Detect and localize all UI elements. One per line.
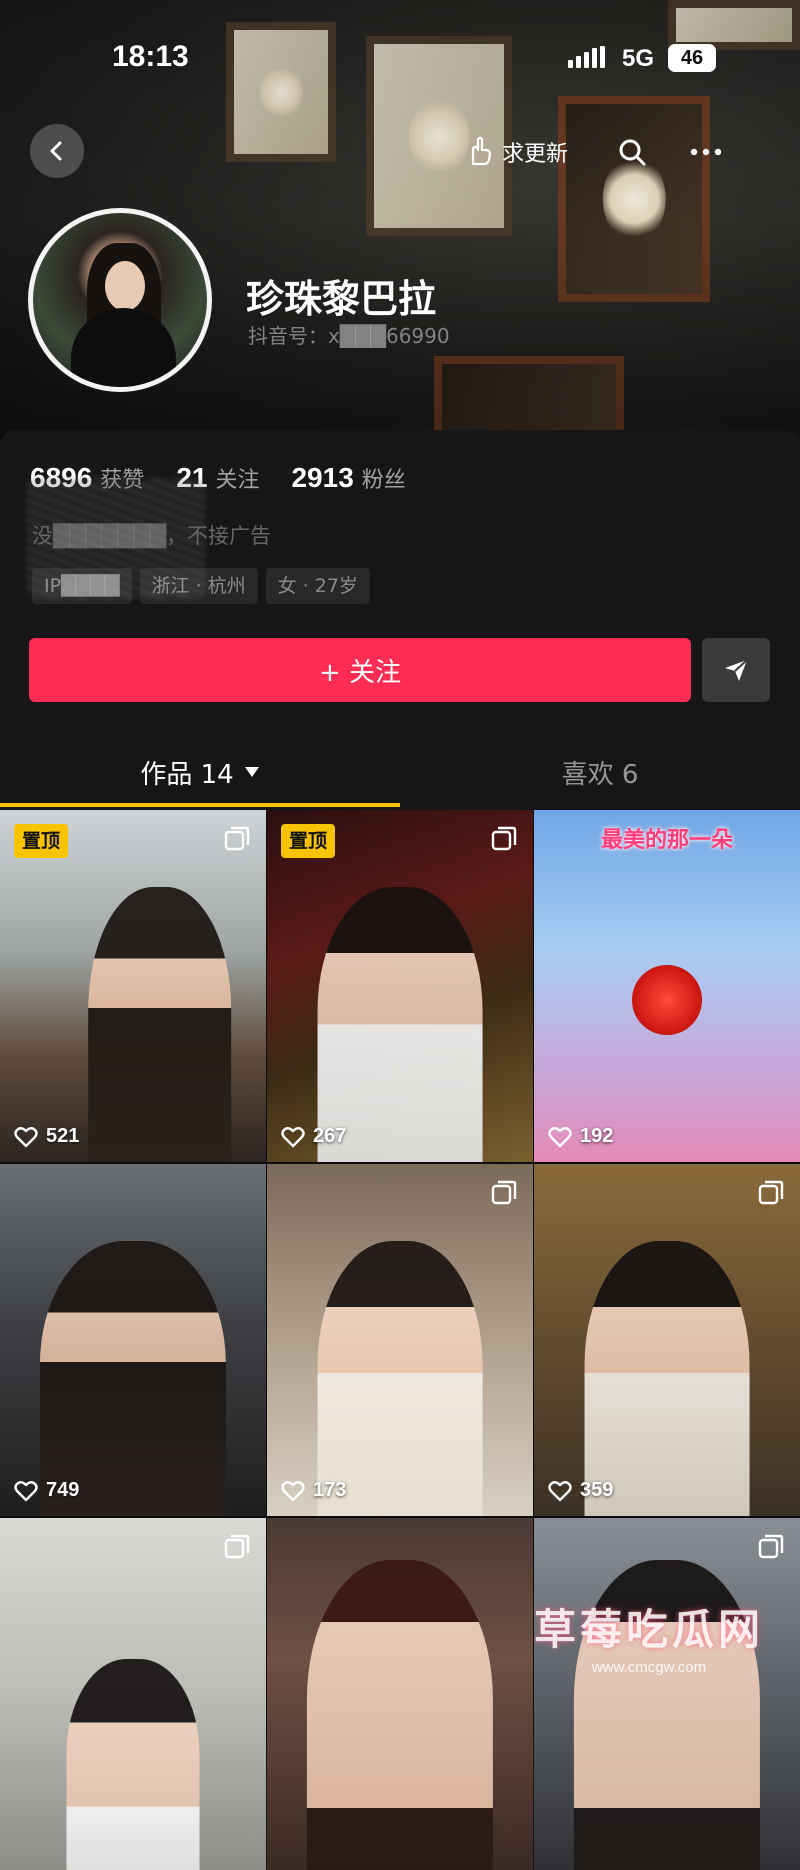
heart-icon bbox=[548, 1126, 572, 1147]
watermark-title: 草莓吃瓜网 bbox=[533, 1605, 764, 1654]
share-button[interactable] bbox=[702, 638, 770, 702]
stat-label: 关注 bbox=[215, 468, 260, 493]
profile-nickname: 珍珠黎巴拉 bbox=[246, 277, 437, 321]
multi-photo-icon bbox=[491, 1180, 517, 1205]
like-count-value: 173 bbox=[313, 1479, 347, 1501]
tag-gender-age: 女 · 27岁 bbox=[265, 568, 370, 604]
tab-likes[interactable]: 喜欢 6 bbox=[400, 740, 800, 804]
search-button[interactable] bbox=[610, 130, 654, 174]
video-thumbnail[interactable]: 置顶 267 bbox=[267, 810, 533, 1162]
site-watermark: 草莓吃瓜网 www.cmcgw.com bbox=[514, 1596, 784, 1696]
back-button[interactable] bbox=[30, 124, 84, 178]
network-type: 5G bbox=[622, 45, 655, 72]
pinned-badge: 置顶 bbox=[14, 824, 69, 858]
top-actions: 求更新 bbox=[462, 130, 728, 174]
hand-point-icon bbox=[471, 136, 492, 166]
more-button[interactable] bbox=[684, 130, 728, 174]
heart-icon bbox=[14, 1126, 38, 1147]
like-count-value: 267 bbox=[313, 1125, 347, 1147]
thumbnail-title: 最美的那一朵 bbox=[600, 828, 733, 853]
heart-icon bbox=[281, 1480, 305, 1501]
video-thumbnail[interactable] bbox=[0, 1518, 266, 1870]
like-count: 267 bbox=[281, 1125, 346, 1148]
like-count: 521 bbox=[14, 1125, 79, 1148]
profile-tags: IP████ 浙江 · 杭州 女 · 27岁 bbox=[32, 568, 378, 604]
status-bar: 18:13 5G 46 bbox=[0, 0, 800, 110]
signal-icon bbox=[568, 46, 608, 68]
watermark-url: www.cmcgw.com bbox=[591, 1659, 707, 1676]
tab-works-label: 作品 14 bbox=[140, 759, 234, 790]
tag-location: 浙江 · 杭州 bbox=[139, 568, 258, 604]
heart-icon bbox=[281, 1126, 305, 1147]
back-icon bbox=[50, 141, 62, 161]
multi-photo-icon bbox=[491, 826, 517, 851]
like-count: 359 bbox=[548, 1479, 613, 1502]
like-count: 749 bbox=[14, 1479, 79, 1502]
tag-ip: IP████ bbox=[32, 568, 132, 604]
tab-works[interactable]: 作品 14 bbox=[0, 740, 400, 804]
video-thumbnail[interactable]: 749 bbox=[0, 1164, 266, 1516]
video-thumbnail[interactable] bbox=[267, 1518, 533, 1870]
profile-info: 6896 获赞 21 关注 2913 粉丝 没███████，不接广告 IP██… bbox=[0, 430, 800, 740]
like-count-value: 359 bbox=[580, 1479, 614, 1501]
dropdown-triangle-icon bbox=[244, 767, 259, 777]
follow-button[interactable]: + 关注 bbox=[29, 638, 691, 702]
stat-value: 2913 bbox=[291, 462, 354, 493]
share-arrow-icon bbox=[725, 659, 748, 681]
battery-indicator: 46 bbox=[668, 44, 716, 72]
multi-photo-icon bbox=[224, 826, 250, 851]
multi-photo-icon bbox=[224, 1534, 250, 1559]
stat-followers[interactable]: 2913 粉丝 bbox=[291, 462, 405, 494]
request-update-button[interactable]: 求更新 bbox=[462, 130, 568, 174]
content-tabs: 作品 14 喜欢 6 bbox=[0, 740, 800, 808]
pinned-badge: 置顶 bbox=[281, 824, 336, 858]
like-count: 173 bbox=[281, 1479, 346, 1502]
heart-icon bbox=[548, 1480, 572, 1501]
tab-likes-label: 喜欢 6 bbox=[561, 759, 639, 790]
douyin-id[interactable]: 抖音号：x███66990 bbox=[248, 320, 450, 349]
video-thumbnail[interactable]: 最美的那一朵 192 bbox=[534, 810, 800, 1162]
heart-icon bbox=[14, 1480, 38, 1501]
video-thumbnail[interactable]: 置顶 521 bbox=[0, 810, 266, 1162]
search-icon bbox=[619, 139, 646, 166]
request-update-label: 求更新 bbox=[502, 142, 569, 167]
more-icon bbox=[690, 148, 722, 156]
like-count: 192 bbox=[548, 1125, 613, 1148]
status-time: 18:13 bbox=[112, 40, 189, 73]
like-count-value: 192 bbox=[580, 1125, 614, 1147]
stat-label: 粉丝 bbox=[361, 468, 406, 493]
avatar[interactable] bbox=[28, 208, 212, 392]
tab-active-indicator bbox=[0, 803, 400, 807]
video-thumbnail[interactable]: 173 bbox=[267, 1164, 533, 1516]
multi-photo-icon bbox=[758, 1180, 784, 1205]
video-thumbnail[interactable]: 359 bbox=[534, 1164, 800, 1516]
multi-photo-icon bbox=[758, 1534, 784, 1559]
like-count-value: 749 bbox=[46, 1479, 80, 1501]
like-count-value: 521 bbox=[46, 1125, 80, 1147]
rose-image bbox=[632, 965, 702, 1036]
